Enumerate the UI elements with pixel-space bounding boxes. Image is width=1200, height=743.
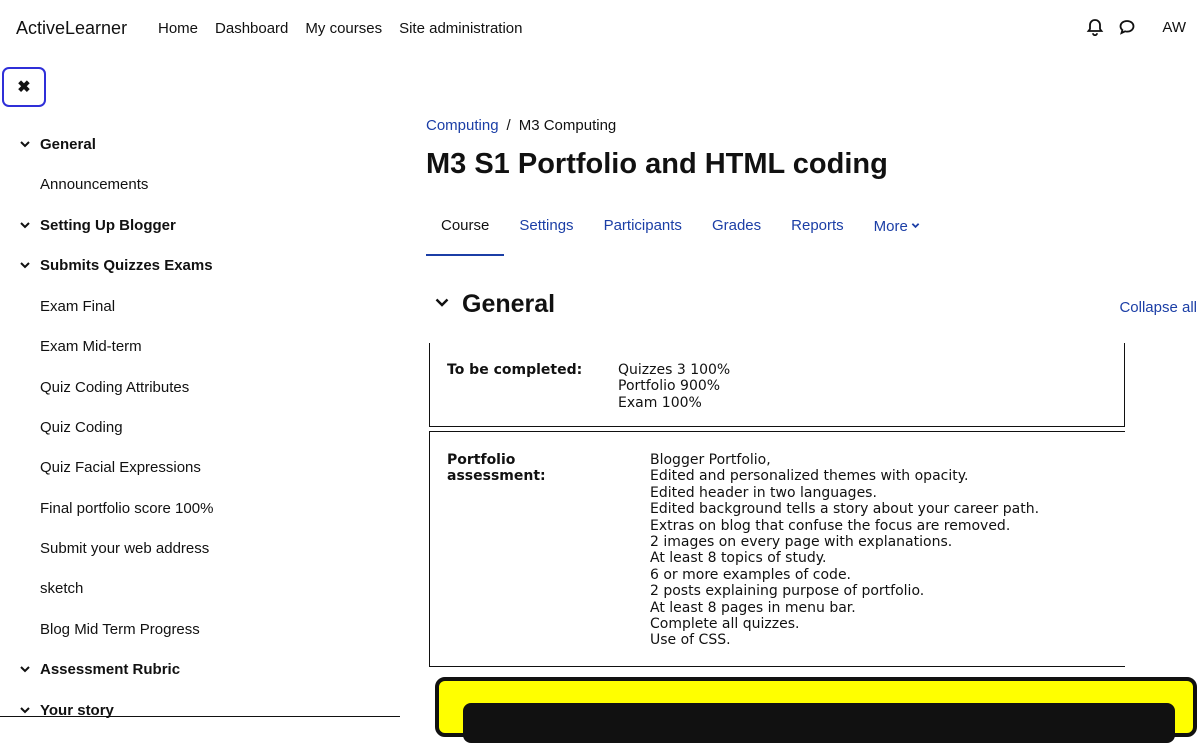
tab-reports[interactable]: Reports <box>776 208 859 244</box>
tab-grades[interactable]: Grades <box>697 208 776 244</box>
sidebar-item-label: Submit your web address <box>40 539 210 557</box>
tab-course[interactable]: Course <box>426 208 505 256</box>
top-navbar: ActiveLearner Home Dashboard My courses … <box>0 0 1200 58</box>
portfolio-criterion: 2 posts explaining purpose of portfolio. <box>650 583 925 600</box>
chevron-down-icon[interactable] <box>19 137 31 154</box>
sidebar-item-label: Announcements <box>40 175 149 193</box>
breadcrumb-separator: / <box>506 117 511 134</box>
sidebar-section-label: Assessment Rubric <box>40 660 181 678</box>
nav-my-courses[interactable]: My courses <box>305 20 382 37</box>
tab-more-label: More <box>873 218 908 235</box>
chevron-down-icon[interactable] <box>19 258 31 275</box>
course-index-sidebar: General Announcements Setting Up Blogger… <box>0 124 400 720</box>
sidebar-item-label: Blog Mid Term Progress <box>40 620 200 638</box>
sidebar-item-label: Exam Final <box>40 297 116 315</box>
chat-icon[interactable] <box>1118 18 1136 36</box>
tab-participants[interactable]: Participants <box>589 208 697 244</box>
sidebar-section-label: General <box>40 135 96 153</box>
sidebar-item-label: Quiz Facial Expressions <box>40 458 201 476</box>
close-icon: ✖ <box>17 79 31 96</box>
portfolio-criterion: Edited header in two languages. <box>650 484 877 501</box>
portfolio-criterion: Complete all quizzes. <box>650 616 800 633</box>
primary-navigation: Home Dashboard My courses Site administr… <box>158 20 523 37</box>
completion-value: Quizzes 3 100% <box>618 362 731 378</box>
portfolio-criterion: At least 8 topics of study. <box>650 550 827 567</box>
course-secondary-navigation: Course Settings Participants Grades Repo… <box>426 208 935 256</box>
chevron-down-icon[interactable] <box>19 662 31 679</box>
nav-site-administration[interactable]: Site administration <box>399 20 522 37</box>
chevron-down-icon[interactable] <box>19 703 31 720</box>
chevron-down-icon[interactable] <box>434 294 450 315</box>
portfolio-criterion: At least 8 pages in menu bar. <box>650 599 856 616</box>
breadcrumb: Computing / M3 Computing <box>426 117 616 134</box>
chevron-down-icon[interactable] <box>19 218 31 235</box>
page-title: M3 S1 Portfolio and HTML coding <box>426 148 888 180</box>
sidebar-item-label: Exam Mid-term <box>40 337 142 355</box>
completion-requirements-box: To be completed: Quizzes 3 100% Portfoli… <box>429 343 1125 427</box>
tab-settings[interactable]: Settings <box>504 208 588 244</box>
sidebar-section-label: Setting Up Blogger <box>40 216 176 234</box>
nav-home[interactable]: Home <box>158 20 198 37</box>
sidebar-item-label: sketch <box>40 579 84 597</box>
collapse-all-link[interactable]: Collapse all <box>1119 299 1197 316</box>
sidebar-section-label: Submits Quizzes Exams <box>40 256 213 274</box>
user-navigation: AW <box>1086 18 1186 36</box>
completion-value: Exam 100% <box>618 394 702 411</box>
site-brand[interactable]: ActiveLearner <box>16 18 127 39</box>
portfolio-criterion: Edited and personalized themes with opac… <box>650 468 969 485</box>
section-header-general: General <box>434 290 555 319</box>
chevron-down-icon <box>911 208 920 244</box>
portfolio-criterion: 6 or more examples of code. <box>650 566 852 583</box>
breadcrumb-current[interactable]: M3 Computing <box>519 117 617 134</box>
section-title: General <box>462 290 556 318</box>
user-avatar[interactable]: AW <box>1162 19 1186 36</box>
sidebar-item-label: Quiz Coding Attributes <box>40 378 190 396</box>
portfolio-criterion: Edited background tells a story about yo… <box>650 501 1040 518</box>
portfolio-criteria-list: Blogger Portfolio, Edited and personaliz… <box>650 452 1039 649</box>
tab-more[interactable]: More <box>859 208 935 244</box>
nav-dashboard[interactable]: Dashboard <box>215 20 288 37</box>
portfolio-criterion: 2 images on every page with explanations… <box>650 534 953 551</box>
bell-icon[interactable] <box>1086 18 1104 36</box>
close-drawer-button[interactable]: ✖ <box>2 67 46 107</box>
completion-label: To be completed: <box>447 362 583 378</box>
highlight-banner <box>435 677 1197 743</box>
portfolio-assessment-box: Portfolio assessment: Blogger Portfolio,… <box>429 431 1125 667</box>
portfolio-criterion: Blogger Portfolio, <box>650 452 771 468</box>
sidebar-item-label: Final portfolio score 100% <box>40 499 214 517</box>
sidebar-bottom-divider <box>0 716 400 717</box>
portfolio-criterion: Extras on blog that confuse the focus ar… <box>650 517 1011 534</box>
portfolio-label-line: assessment: <box>447 468 546 484</box>
portfolio-label: Portfolio assessment: <box>447 452 546 484</box>
completion-values: Quizzes 3 100% Portfolio 900% Exam 100% <box>618 362 730 411</box>
highlight-banner-inner <box>463 703 1175 743</box>
breadcrumb-computing[interactable]: Computing <box>426 117 499 134</box>
portfolio-label-line: Portfolio <box>447 452 516 468</box>
sidebar-item-label: Quiz Coding <box>40 418 123 436</box>
portfolio-criterion: Use of CSS. <box>650 632 731 649</box>
completion-value: Portfolio 900% <box>618 378 721 395</box>
